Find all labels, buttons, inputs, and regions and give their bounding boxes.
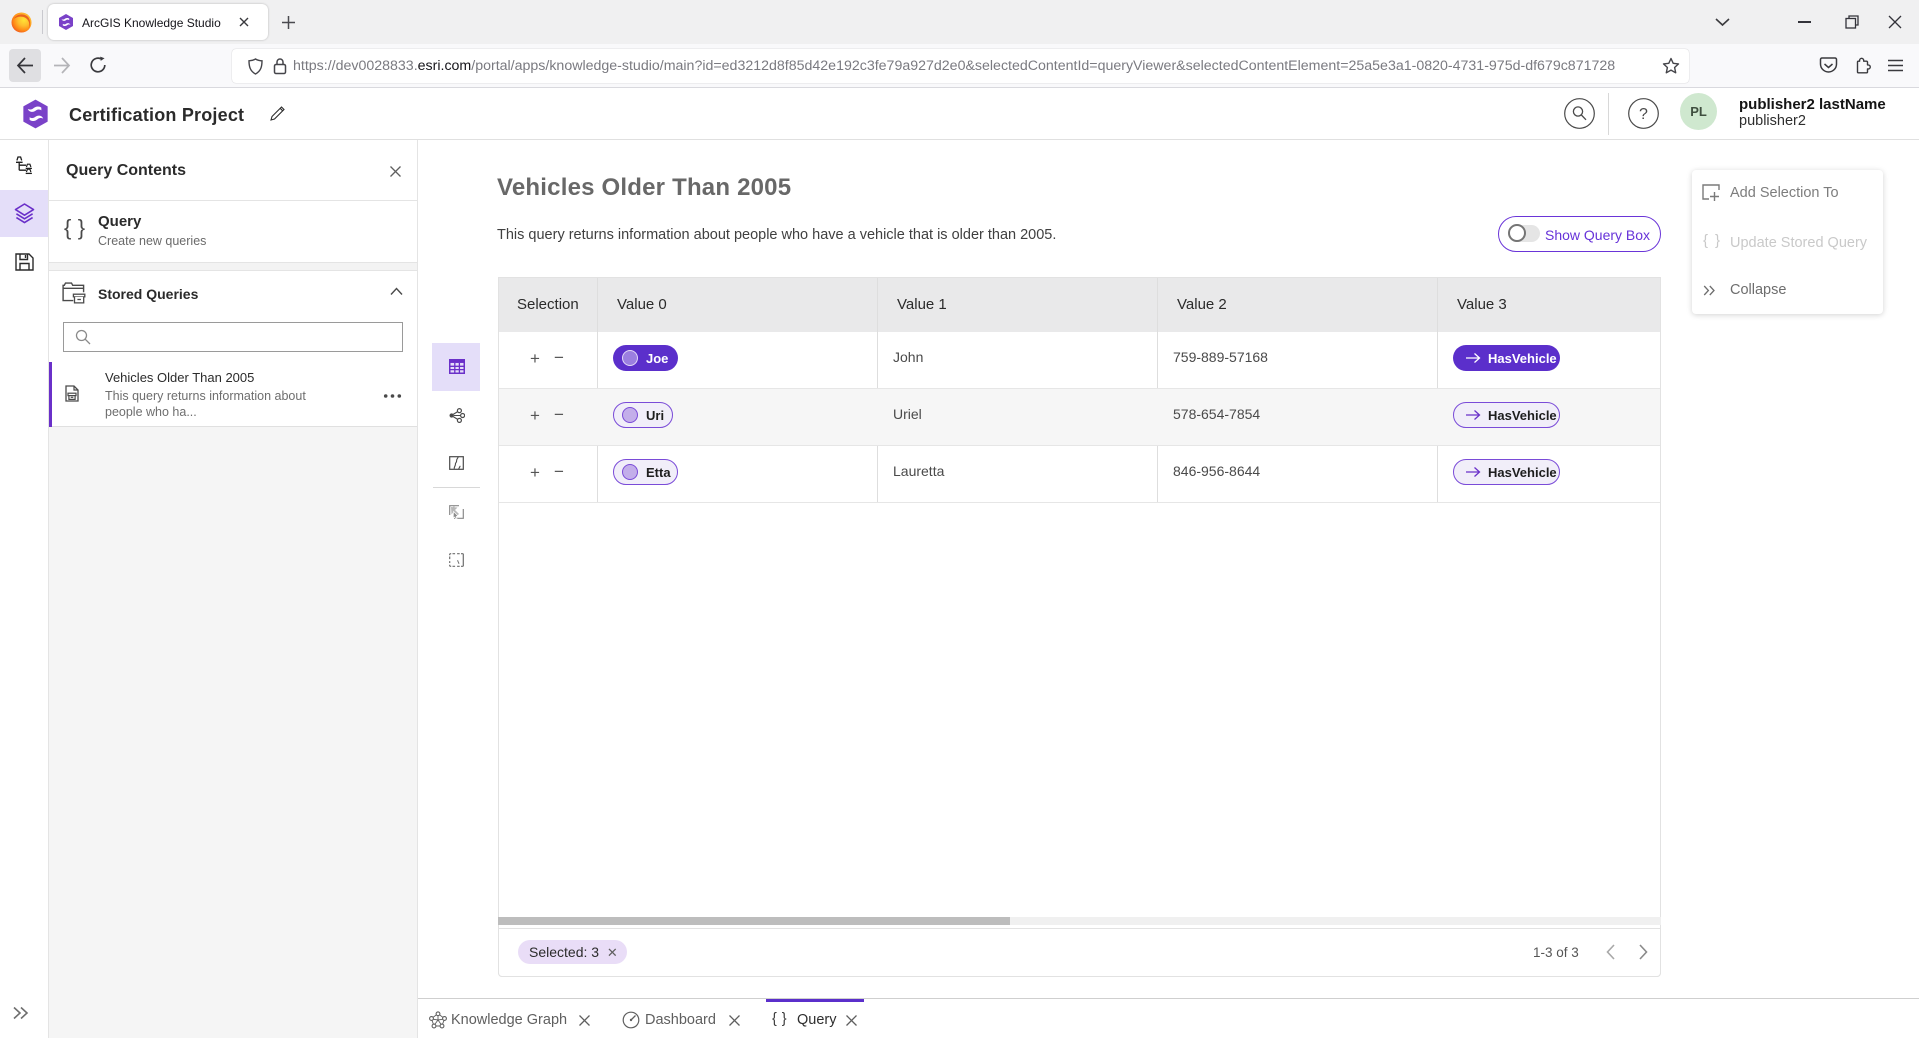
svg-text:?: ? — [1639, 106, 1648, 123]
